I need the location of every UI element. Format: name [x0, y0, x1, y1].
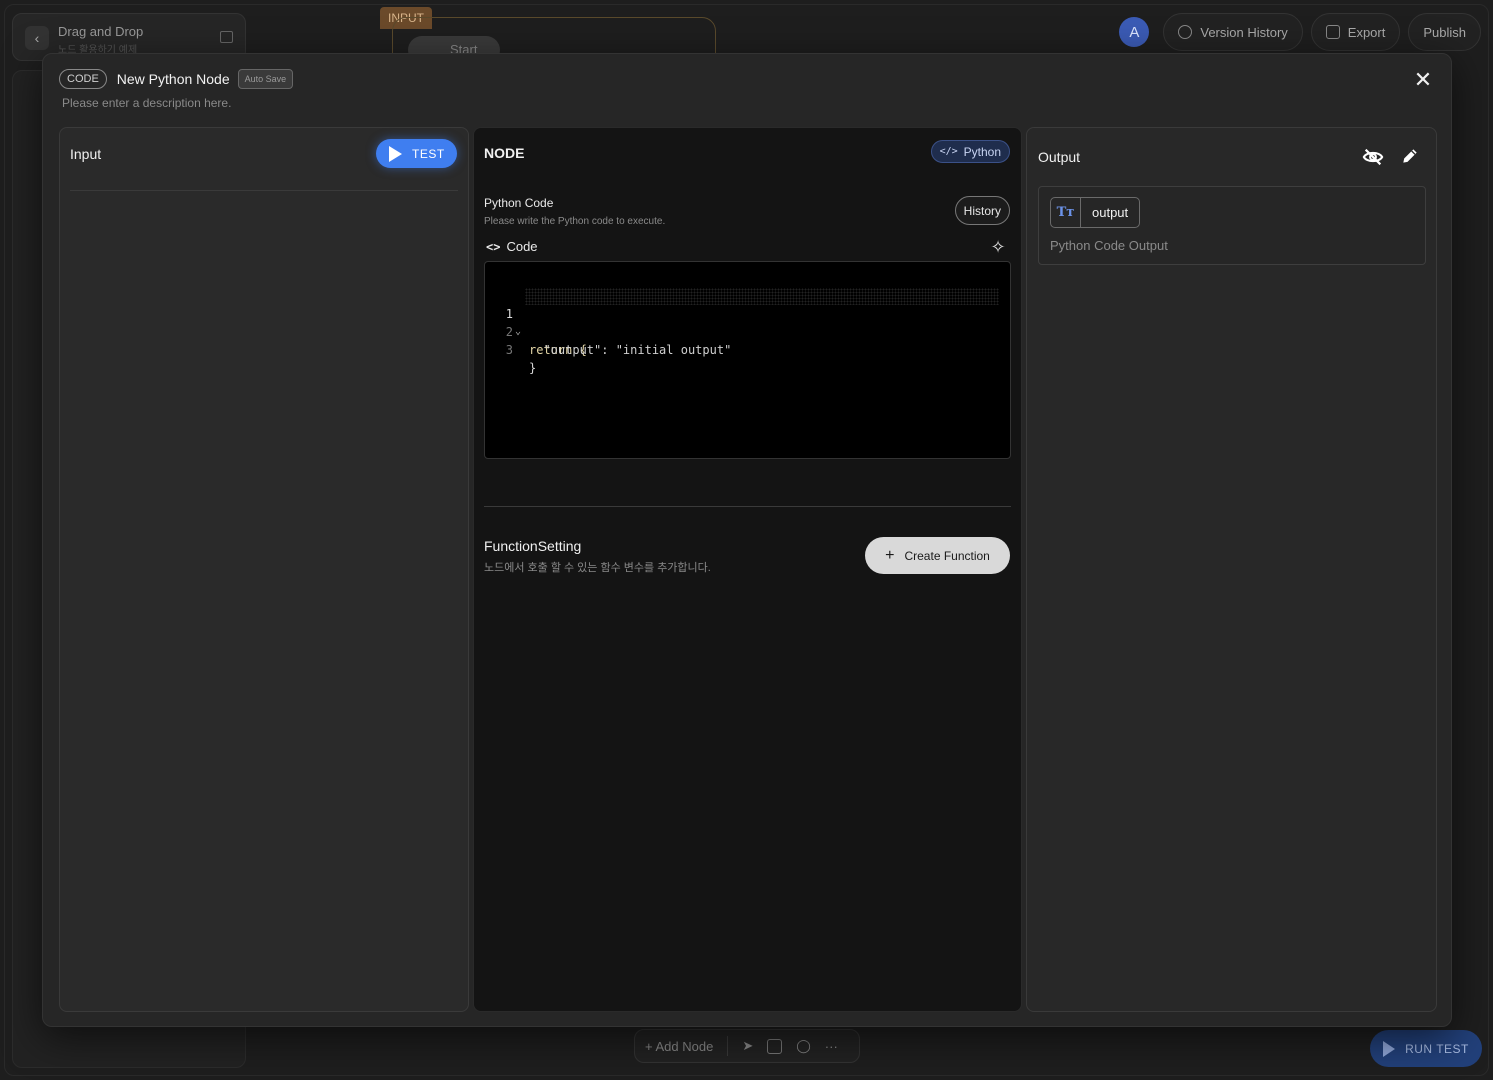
notes-icon[interactable]: [767, 1038, 783, 1054]
node-type-badge: CODE: [59, 69, 107, 89]
node-divider: [484, 506, 1011, 507]
node-panel: NODE </> Python Python Code Please write…: [473, 127, 1022, 1012]
modal-header: CODE New Python Node Auto Save: [59, 69, 294, 89]
export-label: Export: [1347, 24, 1386, 40]
comment-icon[interactable]: ◯: [796, 1038, 811, 1054]
code-icon: <>: [486, 239, 501, 254]
node-panel-title: NODE: [484, 145, 525, 161]
output-panel-title: Output: [1038, 149, 1081, 165]
python-node-modal: CODE New Python Node Auto Save Please en…: [42, 53, 1452, 1027]
export-button[interactable]: Export: [1310, 13, 1401, 51]
code-line: 1 ⌄ return {: [485, 287, 1010, 357]
input-panel: Input TEST: [59, 127, 469, 1012]
test-button[interactable]: TEST: [376, 139, 457, 168]
code-editor[interactable]: 1 ⌄ return { 2 "output": "initial output…: [484, 261, 1011, 459]
python-code-title: Python Code: [484, 196, 554, 210]
input-divider: [70, 190, 458, 191]
toolbar-divider: [727, 1036, 729, 1056]
history-icon: [1178, 25, 1193, 39]
output-variable-chip[interactable]: Tт output: [1050, 197, 1141, 228]
create-function-label: Create Function: [904, 548, 990, 563]
language-badge[interactable]: </> Python: [930, 140, 1010, 163]
python-code-subtitle: Please write the Python code to execute.: [484, 216, 666, 227]
canvas-bottom-toolbar: + Add Node ➤ ◯ ···: [634, 1029, 860, 1063]
function-setting-title: FunctionSetting: [484, 538, 582, 554]
run-test-label: RUN TEST: [1405, 1041, 1469, 1056]
input-panel-title: Input: [70, 146, 102, 162]
line-number: 3: [505, 343, 513, 357]
test-button-label: TEST: [412, 146, 445, 161]
version-history-label: Version History: [1200, 24, 1288, 40]
output-variable-description: Python Code Output: [1050, 238, 1168, 253]
play-icon: [389, 145, 402, 162]
publish-button[interactable]: Publish: [1408, 13, 1481, 51]
code-line-text: "output": "initial output": [529, 343, 732, 357]
version-history-button[interactable]: Version History: [1163, 13, 1303, 51]
node-title[interactable]: New Python Node: [117, 71, 230, 87]
create-function-button[interactable]: + Create Function: [865, 537, 1010, 574]
code-text: "output": "initial output": [529, 341, 731, 359]
output-variable-name: output: [1092, 205, 1129, 220]
project-title: Drag and Drop: [58, 24, 144, 39]
output-panel: Output Tт output Python Code Output: [1026, 127, 1437, 1012]
history-button[interactable]: History: [954, 196, 1010, 225]
code-text: }: [529, 359, 536, 377]
language-label: Python: [963, 144, 1001, 159]
code-label-text: Code: [506, 239, 538, 254]
sidebar-toggle-icon[interactable]: [220, 31, 233, 43]
more-icon[interactable]: ···: [825, 1039, 838, 1054]
output-actions: [1362, 146, 1420, 168]
top-toolbar: A Version History Export Publish: [1119, 13, 1481, 51]
add-node-button[interactable]: + Add Node: [645, 1039, 713, 1054]
text-type-icon: Tт: [1051, 198, 1081, 227]
code-label: <> Code: [486, 239, 538, 254]
chevron-left-icon[interactable]: ‹: [25, 26, 49, 50]
eye-off-icon[interactable]: [1362, 146, 1384, 168]
plus-icon: +: [885, 546, 895, 564]
export-icon: [1325, 25, 1340, 39]
pencil-icon[interactable]: [1400, 146, 1420, 166]
publish-label: Publish: [1423, 24, 1466, 40]
code-line-text: }: [529, 361, 537, 375]
code-line: 3 }: [485, 323, 1010, 375]
code-brackets-icon: </>: [939, 146, 958, 157]
pointer-icon[interactable]: ➤: [742, 1038, 753, 1054]
close-icon[interactable]: ✕: [1411, 68, 1435, 92]
run-test-button[interactable]: RUN TEST: [1370, 1030, 1482, 1067]
function-setting-subtitle: 노드에서 호출 할 수 있는 함수 변수를 추가합니다.: [484, 562, 711, 574]
play-icon: [1383, 1040, 1396, 1057]
node-description[interactable]: Please enter a description here.: [62, 96, 231, 110]
code-line: 2 "output": "initial output": [485, 305, 1010, 357]
autosave-badge: Auto Save: [237, 69, 294, 89]
output-variable-card[interactable]: Tт output Python Code Output: [1038, 186, 1426, 265]
avatar[interactable]: A: [1119, 17, 1150, 47]
sparkle-icon[interactable]: ✧: [989, 238, 1007, 256]
